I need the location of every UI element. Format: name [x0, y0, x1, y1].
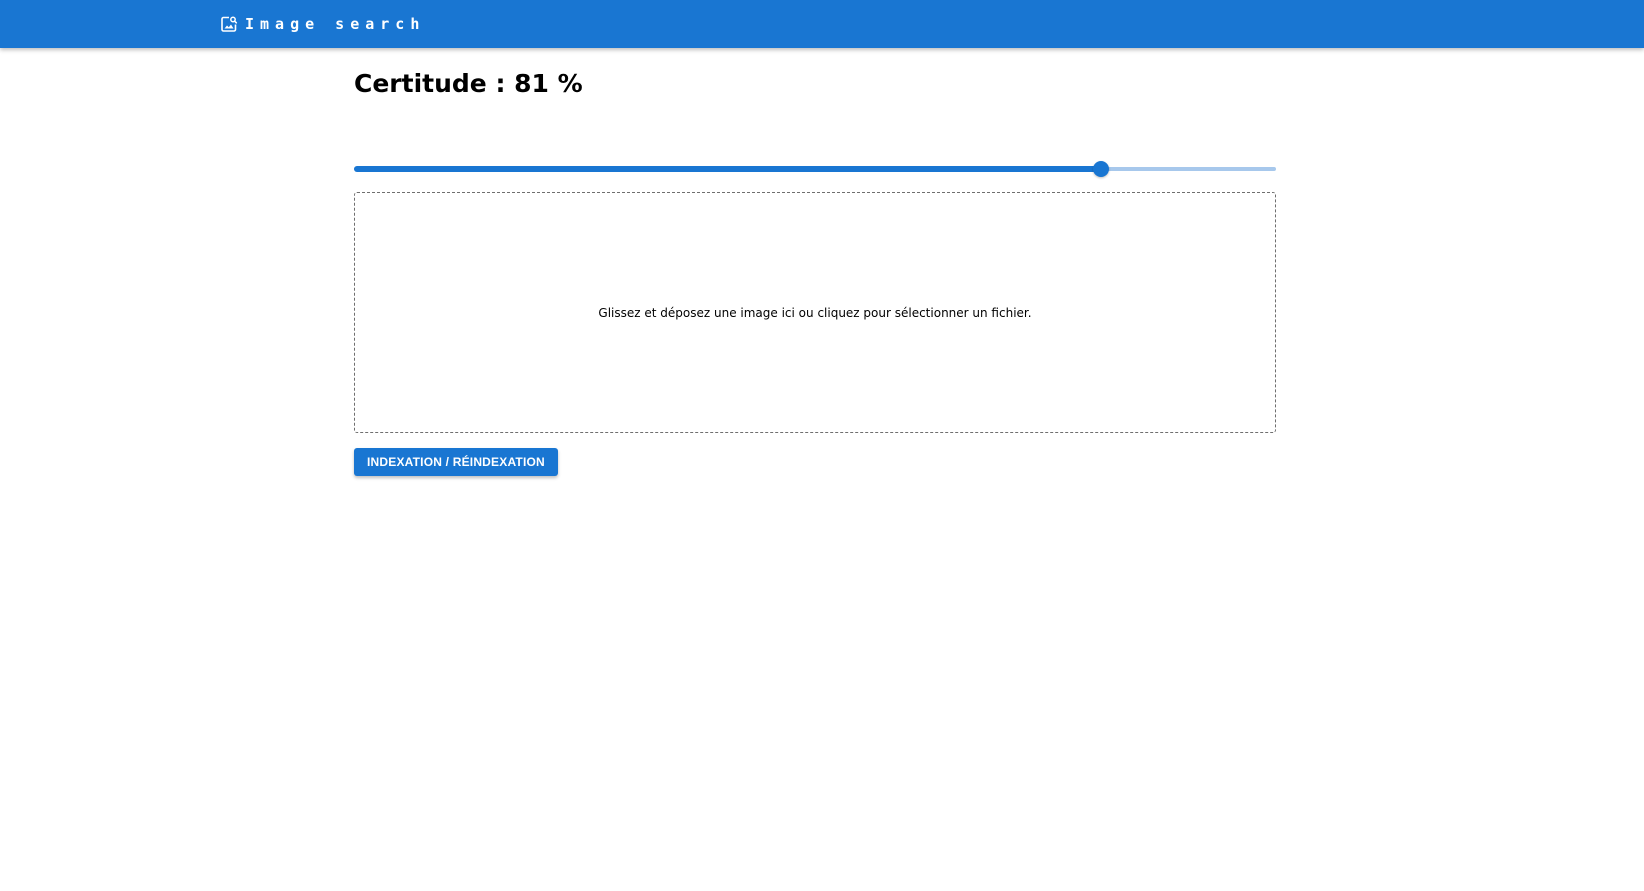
app-bar: Image search	[0, 0, 1644, 48]
confidence-label: Certitude : 81 %	[354, 69, 583, 98]
app-title: Image search	[245, 15, 426, 33]
brand[interactable]: Image search	[220, 13, 425, 35]
index-button[interactable]: INDEXATION / RÉINDEXATION	[354, 448, 558, 476]
slider-thumb[interactable]	[1092, 161, 1109, 177]
image-dropzone[interactable]: Glissez et déposez une image ici ou cliq…	[354, 192, 1276, 433]
dropzone-hint: Glissez et déposez une image ici ou cliq…	[598, 305, 1032, 320]
confidence-slider[interactable]	[354, 159, 1276, 179]
image-search-icon	[220, 15, 238, 33]
slider-track	[354, 166, 1101, 172]
